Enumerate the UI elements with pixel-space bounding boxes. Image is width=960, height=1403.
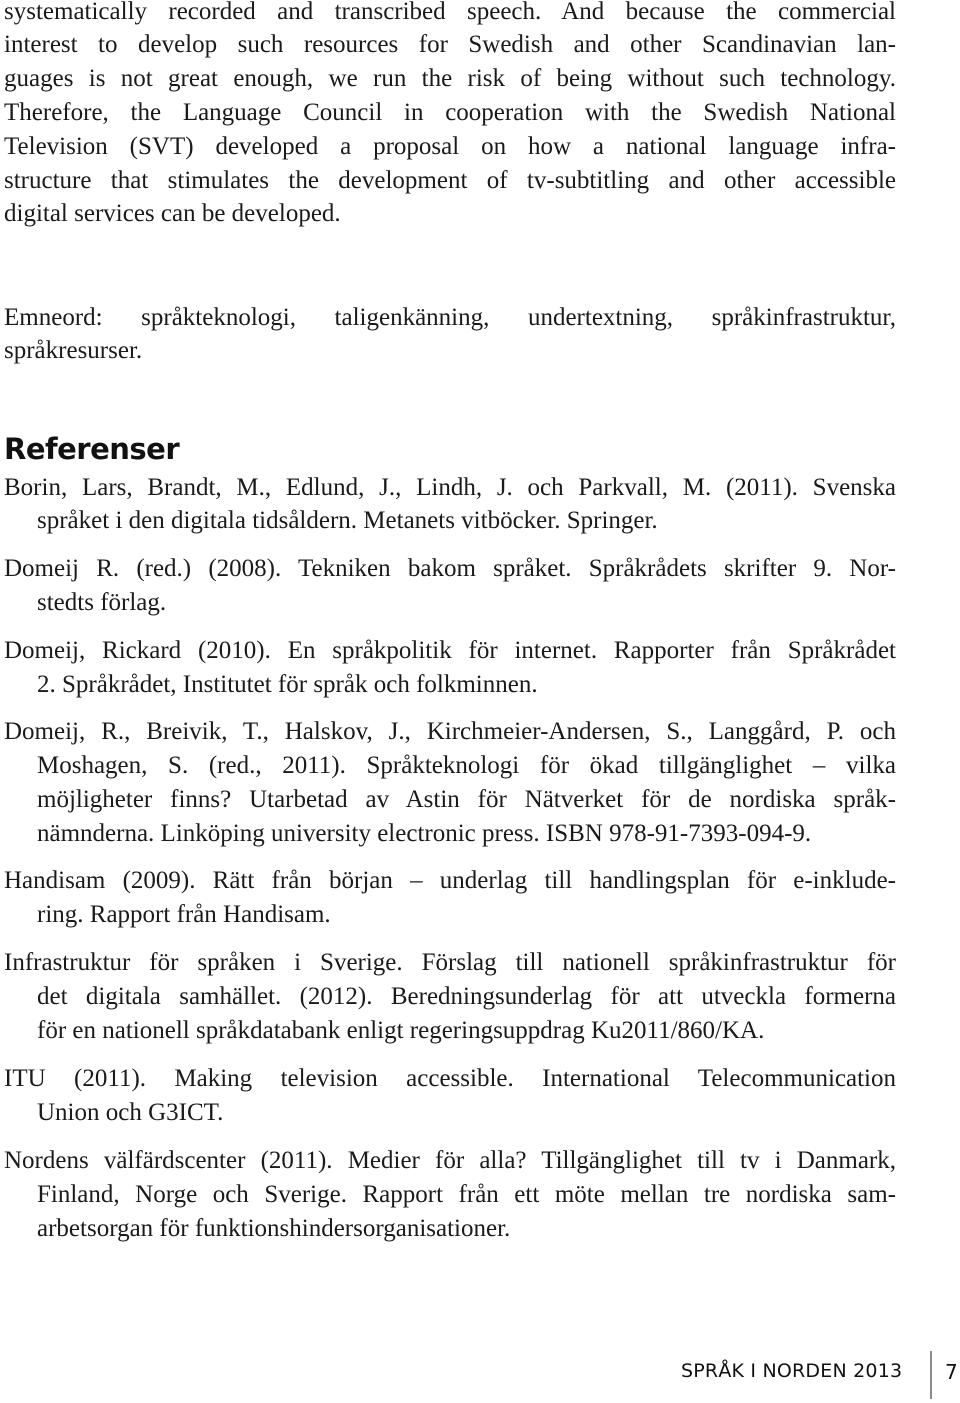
text-line: 2. Språkrådet, Institutet för språk och …	[37, 671, 538, 698]
text-line: Domeij, Rickard (2010). En språkpolitik …	[4, 637, 896, 664]
text-line: Domeij R. (red.) (2008). Tekniken bakom …	[4, 555, 896, 582]
text-line: nämnderna. Linköping university electron…	[37, 820, 812, 847]
text-line: för en nationell språkdatabank enligt re…	[37, 1017, 765, 1044]
text-line: ITU (2011). Making television accessible…	[4, 1065, 896, 1092]
text-line: systematically recorded and transcribed …	[4, 0, 896, 25]
text-line: guages is not great enough, we run the r…	[4, 65, 896, 92]
text-line: interest to develop such resources for S…	[4, 31, 896, 58]
text-line: Domeij, R., Breivik, T., Halskov, J., Ki…	[4, 718, 896, 745]
text-line: Handisam (2009). Rätt från början – unde…	[4, 867, 896, 894]
text-line: stedts förlag.	[37, 589, 167, 616]
publication-title: SPRÅK I NORDEN 2013	[681, 1360, 903, 1382]
text-line: Television (SVT) developed a proposal on…	[4, 133, 896, 160]
page-number: 7	[945, 1360, 958, 1384]
text-line: Infrastruktur för språken i Sverige. För…	[4, 949, 896, 976]
text-line: ring. Rapport från Handisam.	[37, 901, 331, 928]
text-line: Borin, Lars, Brandt, M., Edlund, J., Lin…	[4, 474, 896, 501]
text-line: Emneord: språkteknologi, taligenkänning,…	[4, 304, 896, 331]
text-line: arbetsorgan för funktionshindersorganisa…	[37, 1215, 511, 1242]
text-line: språket i den digitala tidsåldern. Metan…	[37, 507, 658, 534]
text-line: Moshagen, S. (red., 2011). Språkteknolog…	[37, 752, 896, 779]
footer-divider	[930, 1351, 932, 1399]
text-line: Nordens välfärdscenter (2011). Medier fö…	[4, 1147, 896, 1174]
text-line: Finland, Norge och Sverige. Rapport från…	[37, 1181, 896, 1208]
text-line: möjligheter finns? Utarbetad av Astin fö…	[37, 786, 896, 813]
text-line: det digitala samhället. (2012). Berednin…	[37, 983, 896, 1010]
references-heading: Referenser	[4, 432, 180, 466]
text-line: språkresurser.	[4, 337, 143, 364]
text-line: Therefore, the Language Council in coope…	[4, 99, 896, 126]
text-line: Union och G3ICT.	[37, 1099, 224, 1126]
text-line: digital services can be developed.	[4, 200, 341, 227]
text-line: structure that stimulates the developmen…	[4, 167, 896, 194]
